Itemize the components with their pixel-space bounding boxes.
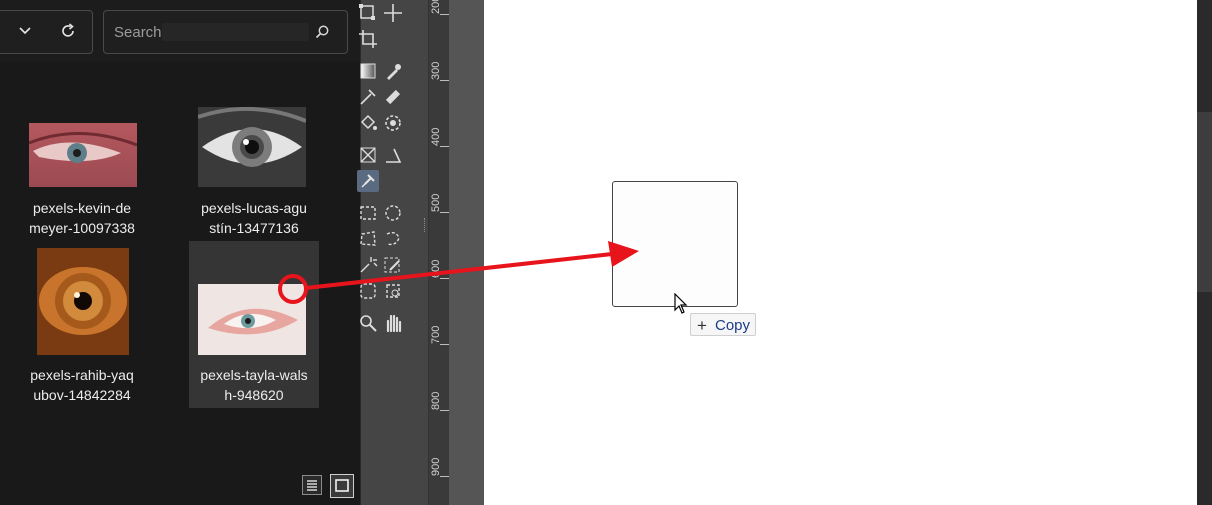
file-thumbnail — [37, 248, 129, 355]
right-scrollbar-thumb[interactable] — [1197, 112, 1212, 292]
hand-pan-tool-icon[interactable] — [382, 312, 404, 334]
ruler-tick — [440, 212, 449, 213]
annotation-circle — [278, 274, 308, 304]
ruler-tick — [440, 80, 449, 81]
unified-transform-tool-icon[interactable] — [357, 2, 379, 24]
ink-tool-icon[interactable] — [357, 86, 379, 108]
ruler-label: 500 — [430, 193, 442, 212]
file-name-line-1: pexels-lucas-agu — [201, 200, 307, 216]
rect-select-tool-icon[interactable] — [357, 202, 379, 224]
grid-view-button[interactable] — [330, 474, 354, 498]
ruler-tick — [440, 410, 449, 411]
list-view-button[interactable] — [302, 475, 322, 495]
ruler-tick — [440, 14, 449, 15]
explorer-toolbar: Search — [0, 0, 360, 62]
bucket-fill-tool-icon[interactable] — [357, 112, 379, 134]
ruler-label: 800 — [430, 391, 442, 410]
ruler-label: 700 — [430, 325, 442, 344]
search-icon[interactable] — [314, 24, 330, 45]
mouse-cursor-icon — [674, 292, 688, 320]
annotation-drag-arrow — [278, 241, 639, 304]
chevron-down-icon[interactable] — [17, 23, 33, 44]
search-placeholder: Search — [114, 24, 162, 41]
annotation-arrowhead — [608, 241, 639, 267]
search-input[interactable]: Search — [103, 10, 348, 54]
file-thumbnail — [198, 107, 306, 187]
drag-copy-tooltip: + Copy — [690, 313, 756, 336]
pin-tool-icon-active[interactable] — [357, 170, 379, 192]
ruler-tick — [440, 344, 449, 345]
list-view-icon — [307, 480, 317, 491]
file-name-line-1: pexels-tayla-wals — [200, 367, 308, 383]
dodge-burn-tool-icon[interactable] — [382, 112, 404, 134]
ruler-label: 900 — [430, 457, 442, 476]
color-picker-tool-icon[interactable] — [382, 60, 404, 82]
heal-tool-icon[interactable] — [382, 86, 404, 108]
search-blurred-text — [162, 23, 309, 41]
ruler-tick — [440, 146, 449, 147]
ruler-label: 200 — [430, 0, 442, 14]
crop-tool-icon[interactable] — [357, 28, 379, 50]
measure-tool-icon[interactable] — [382, 144, 404, 166]
file-thumbnail — [29, 123, 137, 187]
zoom-tool-icon[interactable] — [357, 312, 379, 334]
ellipse-select-tool-icon[interactable] — [382, 202, 404, 224]
move-tool-icon[interactable] — [382, 2, 404, 24]
plus-icon: + — [697, 316, 707, 335]
file-name-line-2: h-948620 — [224, 387, 284, 403]
file-name-line-1: pexels-kevin-de — [32, 200, 132, 216]
file-name-line-2: meyer-10097338 — [29, 220, 135, 236]
file-tile[interactable]: pexels-rahib-yaq ubov-14842284 — [17, 241, 147, 408]
cage-transform-tool-icon[interactable] — [357, 144, 379, 166]
ruler-label: 300 — [430, 61, 442, 80]
gradient-tool-icon[interactable] — [357, 60, 379, 82]
ruler-label: 400 — [430, 127, 442, 146]
copy-label: Copy — [715, 317, 751, 334]
annotation-line — [305, 252, 613, 290]
ruler-tick — [440, 476, 449, 477]
refresh-icon[interactable] — [59, 22, 77, 45]
file-name-line-1: pexels-rahib-yaq — [30, 367, 134, 383]
grid-view-icon — [335, 479, 349, 492]
file-name-line-2: ubov-14842284 — [33, 387, 131, 403]
nav-controls — [0, 10, 93, 54]
